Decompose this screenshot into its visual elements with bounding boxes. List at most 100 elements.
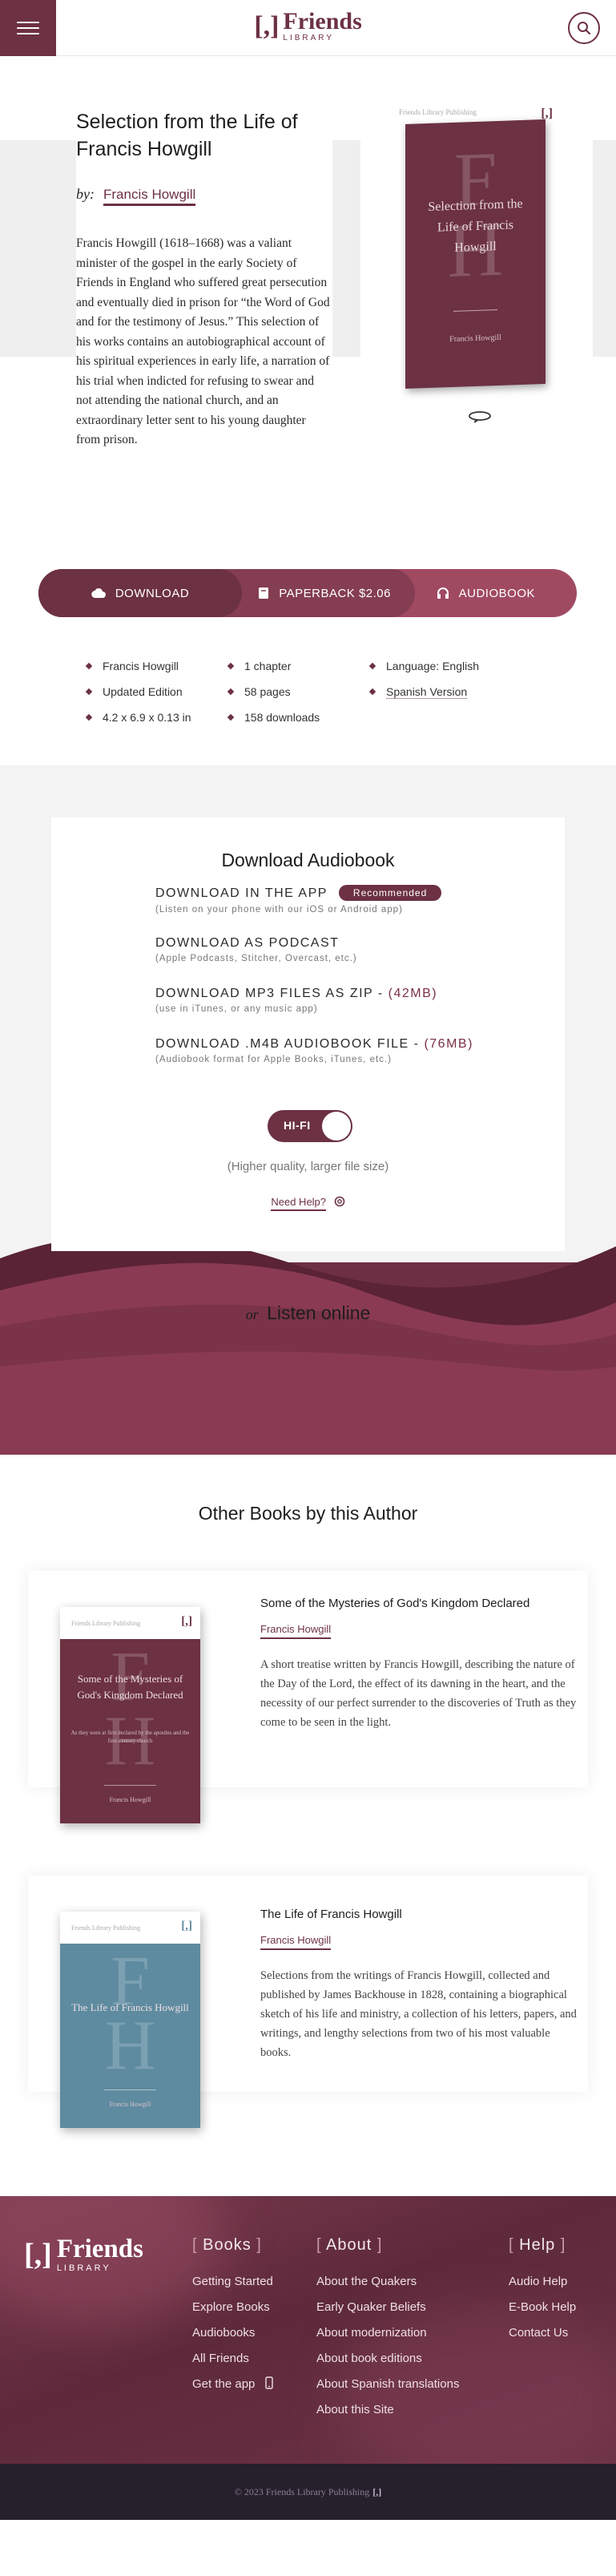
footer-about-column: [ About ] About the Quakers Early Quaker…	[316, 2236, 459, 2423]
hifi-toggle[interactable]: HI-FI	[268, 1110, 352, 1142]
copyright-text: © 2023 Friends Library Publishing	[234, 2485, 370, 2497]
phone-icon	[264, 2376, 273, 2389]
cover-body: FH Some of the Mysteries of God's Kingdo…	[60, 1639, 200, 1823]
footer-link[interactable]: All Friends	[192, 2346, 273, 2372]
download-label: DOWNLOAD	[115, 586, 190, 600]
book-description: Francis Howgill (1618–1668) was a valian…	[76, 236, 330, 446]
option-mp3-size: (42MB)	[388, 987, 438, 1000]
meta-column-1: Francis Howgill Updated Edition 4.2 x 6.…	[87, 653, 191, 730]
cover-title: Some of the Mysteries of God's Kingdom D…	[77, 1673, 183, 1701]
other-book-description: A short treatise written by Francis Howg…	[260, 1658, 577, 1729]
need-help-link[interactable]: Need Help?	[51, 1196, 565, 1211]
download-option-app[interactable]: DOWNLOAD IN THE APP Recommended (Listen o…	[155, 885, 442, 915]
footer-link[interactable]: About modernization	[316, 2320, 459, 2346]
cover-author: Francis Howgill	[449, 333, 501, 345]
meta-column-2: 1 chapter 58 pages 158 downloads	[228, 653, 320, 730]
download-option-m4b[interactable]: DOWNLOAD .M4B AUDIOBOOK FILE - (76MB) (A…	[155, 1037, 473, 1064]
cover-front: FH Selection from the Life of Francis Ho…	[405, 119, 546, 390]
footer-link[interactable]: About the Quakers	[316, 2269, 459, 2295]
book-cover[interactable]: Friends Library Publishing [,] FH Select…	[393, 100, 553, 390]
cover-logo-mark: [,]	[181, 1920, 192, 1932]
footer-logo[interactable]: [,] Friends LIBRARY	[24, 2236, 143, 2273]
other-book-cover[interactable]: Friends Library Publishing [,] FH The Li…	[60, 1912, 200, 2128]
toggle-knob	[322, 1112, 351, 1141]
footer-link[interactable]: About this Site	[316, 2397, 459, 2423]
cover-divider	[104, 2089, 156, 2090]
meta-spanish-version[interactable]: Spanish Version	[370, 679, 479, 705]
spanish-version-link[interactable]: Spanish Version	[386, 685, 468, 699]
cover-publisher: Friends Library Publishing	[399, 108, 477, 116]
rotate-3d-icon	[469, 411, 491, 423]
action-buttons: AUDIOBOOK PAPERBACK $2.06 DOWNLOAD	[38, 569, 577, 617]
footer-link[interactable]: E-Book Help	[509, 2295, 576, 2320]
other-book-title[interactable]: The Life of Francis Howgill	[260, 1908, 577, 1921]
by-label: by:	[76, 186, 95, 202]
option-mp3-sub: (use in iTunes, or any music app)	[155, 1004, 318, 1014]
meta-author: Francis Howgill	[87, 653, 191, 679]
download-button[interactable]: DOWNLOAD	[38, 569, 242, 617]
footer-logo-mark: [,]	[24, 2238, 52, 2271]
get-app-label: Get the app	[192, 2377, 256, 2391]
cover-publisher: Friends Library Publishing	[71, 1620, 141, 1627]
other-book-description: Selections from the writings of Francis …	[260, 1969, 577, 2059]
cover-title: Selection from the Life of Francis Howgi…	[428, 196, 523, 255]
cover-subtitle: As they were at first declared by the ap…	[70, 1730, 190, 1744]
option-podcast-label: DOWNLOAD AS PODCAST	[155, 936, 340, 950]
download-option-mp3-zip[interactable]: DOWNLOAD MP3 FILES AS ZIP - (42MB) (use …	[155, 987, 437, 1014]
cover-top: Friends Library Publishing [,]	[60, 1912, 200, 1944]
other-book-cover[interactable]: Friends Library Publishing [,] FH Some o…	[60, 1607, 200, 1823]
option-m4b-sub: (Audiobook format for Apple Books, iTune…	[155, 1055, 392, 1064]
footer-books-column: [ Books ] Getting Started Explore Books …	[192, 2236, 273, 2397]
cover-initials: FH	[104, 1638, 156, 1780]
meta-column-3: Language: English Spanish Version	[370, 653, 479, 705]
footer-link[interactable]: Getting Started	[192, 2269, 273, 2295]
footer-link[interactable]: Contact Us	[509, 2320, 576, 2346]
author-link[interactable]: Francis Howgill	[103, 187, 196, 206]
footer-link[interactable]: Audio Help	[509, 2269, 576, 2295]
option-app-sub: (Listen on your phone with our iOS or An…	[155, 905, 403, 915]
footer-link[interactable]: About book editions	[316, 2346, 459, 2372]
listen-online-label: Listen online	[267, 1302, 371, 1323]
site-footer: [,] Friends LIBRARY [ Books ] Getting St…	[0, 2196, 616, 2464]
cover-top: Friends Library Publishing [,]	[60, 1607, 200, 1639]
cover-author: Francis Howgill	[109, 1796, 151, 1803]
cover-logo-mark: [,]	[181, 1615, 192, 1628]
footer-help-heading: [ Help ]	[509, 2236, 566, 2254]
other-book-info: Some of the Mysteries of God's Kingdom D…	[260, 1597, 577, 1732]
book-icon	[258, 587, 269, 600]
rotate-cover-button[interactable]	[467, 409, 493, 427]
other-book-info: The Life of Francis Howgill Francis Howg…	[260, 1908, 577, 2062]
other-book-title[interactable]: Some of the Mysteries of God's Kingdom D…	[260, 1597, 577, 1610]
footer-books-heading: [ Books ]	[192, 2236, 262, 2254]
footer-link[interactable]: Explore Books	[192, 2295, 273, 2320]
lifebuoy-icon	[334, 1196, 344, 1207]
other-book-author-link[interactable]: Francis Howgill	[260, 1934, 332, 1950]
meta-chapters: 1 chapter	[228, 653, 320, 679]
download-option-podcast[interactable]: DOWNLOAD AS PODCAST (Apple Podcasts, Sti…	[155, 936, 357, 963]
meta-downloads: 158 downloads	[228, 705, 320, 730]
page-title: Selection from the Life of Francis Howgi…	[76, 111, 298, 160]
hifi-label: HI-FI	[284, 1119, 311, 1132]
footer-logo-word: Friends	[56, 2235, 143, 2263]
footer-link-get-app[interactable]: Get the app	[192, 2372, 273, 2397]
listen-online-link[interactable]: or Listen online	[0, 1302, 616, 1324]
option-m4b-size: (76MB)	[424, 1037, 473, 1051]
footer-link[interactable]: Early Quaker Beliefs	[316, 2295, 459, 2320]
cloud-icon	[91, 587, 106, 599]
book-hero: Selection from the Life of Francis Howgi…	[0, 0, 616, 761]
footer-about-heading: [ About ]	[316, 2236, 383, 2254]
option-m4b-label: DOWNLOAD .M4B AUDIOBOOK FILE -	[155, 1037, 425, 1051]
other-book-author-link[interactable]: Francis Howgill	[260, 1623, 332, 1639]
footer-help-heading-text: Help	[519, 2236, 556, 2254]
download-audiobook-title: Download Audiobook	[221, 850, 395, 870]
audiobook-label: AUDIOBOOK	[458, 586, 535, 600]
footer-link[interactable]: Audiobooks	[192, 2320, 273, 2346]
recommended-badge: Recommended	[338, 885, 442, 901]
footer-link[interactable]: About Spanish translations	[316, 2372, 459, 2397]
meta-language: Language: English	[370, 653, 479, 679]
headphones-icon	[437, 587, 449, 600]
meta-dimensions: 4.2 x 6.9 x 0.13 in	[87, 705, 191, 730]
cover-body: FH The Life of Francis Howgill Francis H…	[60, 1944, 200, 2128]
meta-edition: Updated Edition	[87, 679, 191, 705]
option-app-label: DOWNLOAD IN THE APP	[155, 886, 328, 900]
